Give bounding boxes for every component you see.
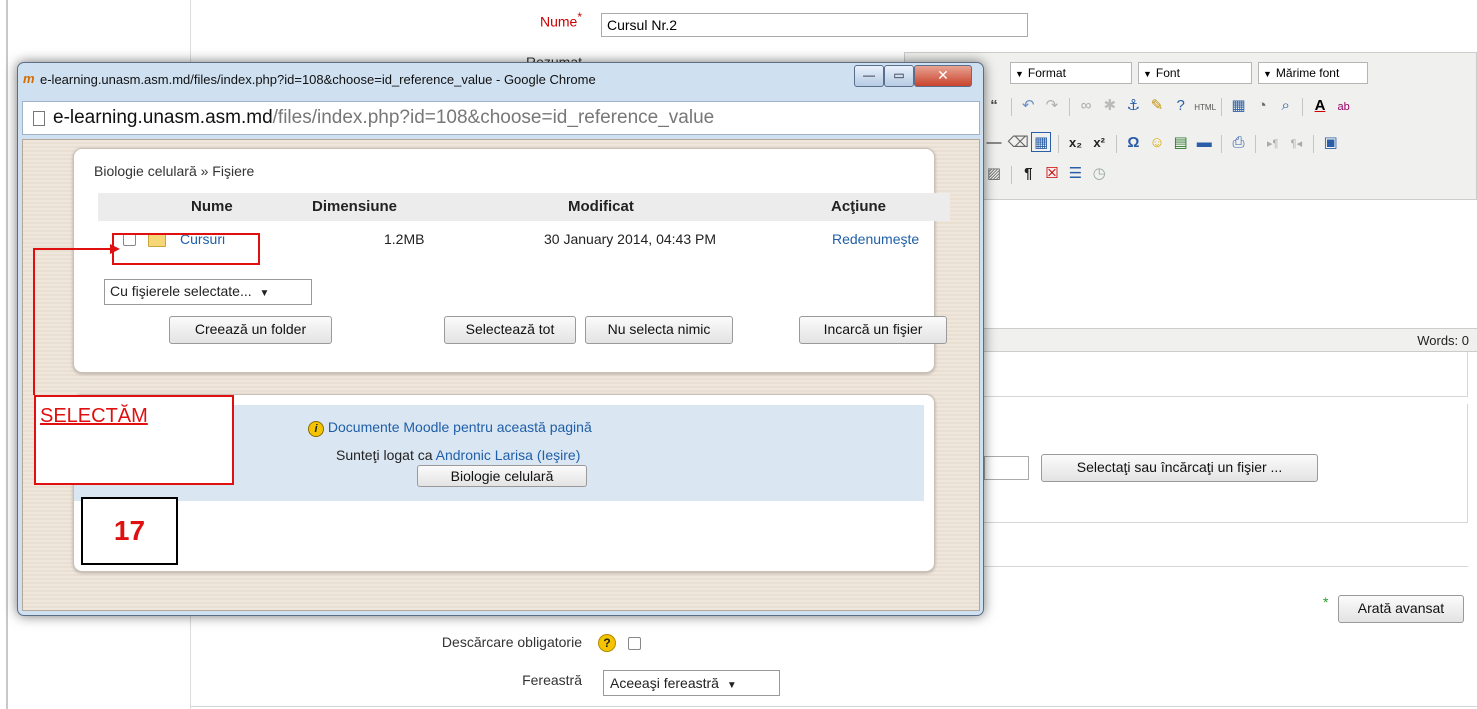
annotation-arrow [33, 244, 120, 395]
annotation-label: SELECTĂM [40, 405, 148, 427]
step-number: 17 [81, 497, 178, 565]
annotation-box: SELECTĂM [34, 395, 234, 485]
